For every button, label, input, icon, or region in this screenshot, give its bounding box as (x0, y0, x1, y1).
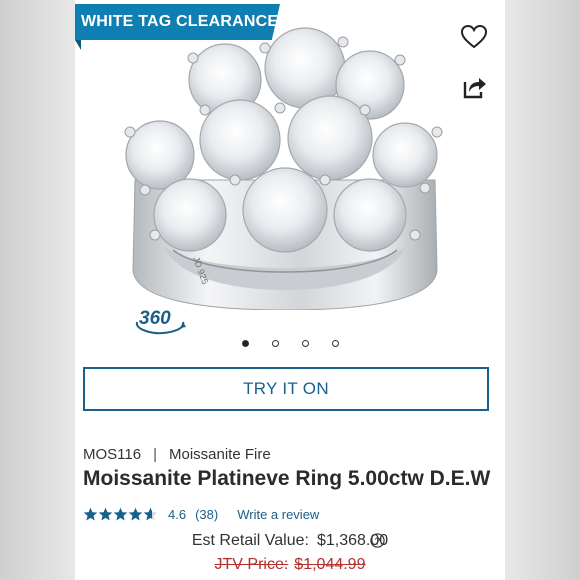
star-icon (113, 507, 128, 520)
product-card: WHITE TAG CLEARANCE JD 925 360 TRY IT ON… (75, 0, 505, 580)
rating-value: 4.6 (168, 506, 187, 522)
jtv-label: JTV Price: (214, 556, 289, 573)
rating-row: 4.6 (38) Write a review (83, 505, 319, 523)
star-icon (98, 507, 113, 520)
help-icon[interactable]: ? (370, 533, 385, 548)
star-half-icon (143, 507, 158, 520)
background-left (0, 0, 75, 580)
background-right (505, 0, 580, 580)
heart-icon[interactable] (459, 22, 489, 52)
meta-separator: | (153, 446, 157, 463)
review-count[interactable]: (38) (195, 507, 218, 522)
carousel-dots (75, 340, 505, 347)
product-brand[interactable]: Moissanite Fire (169, 446, 271, 463)
star-rating[interactable] (83, 507, 158, 522)
svg-text:?: ? (375, 536, 381, 547)
carousel-dot[interactable] (271, 340, 279, 347)
star-icon (83, 507, 98, 520)
product-title: Moissanite Platineve Ring 5.00ctw D.E.W (83, 467, 491, 490)
jtv-price-row: JTV Price: $1,044.99 (75, 556, 505, 574)
carousel-dot[interactable] (301, 340, 309, 347)
product-meta: MOS116 | Moissanite Fire (83, 446, 271, 463)
share-icon[interactable] (459, 72, 489, 102)
write-review-link[interactable]: Write a review (237, 507, 319, 522)
carousel-dot[interactable] (331, 340, 339, 347)
retail-price-row: Est Retail Value: $1,368.00 (75, 532, 505, 550)
ring-image: JD 925 (124, 27, 443, 310)
try-it-on-button[interactable]: TRY IT ON (83, 367, 489, 411)
star-icon (128, 507, 143, 520)
jtv-value: $1,044.99 (294, 556, 366, 573)
view-360-button[interactable]: 360 (133, 306, 189, 336)
badge-fold (75, 40, 81, 50)
retail-label: Est Retail Value: (191, 532, 309, 549)
product-sku: MOS116 (83, 446, 142, 463)
carousel-dot[interactable] (241, 340, 249, 347)
rotate-icon (135, 321, 186, 335)
